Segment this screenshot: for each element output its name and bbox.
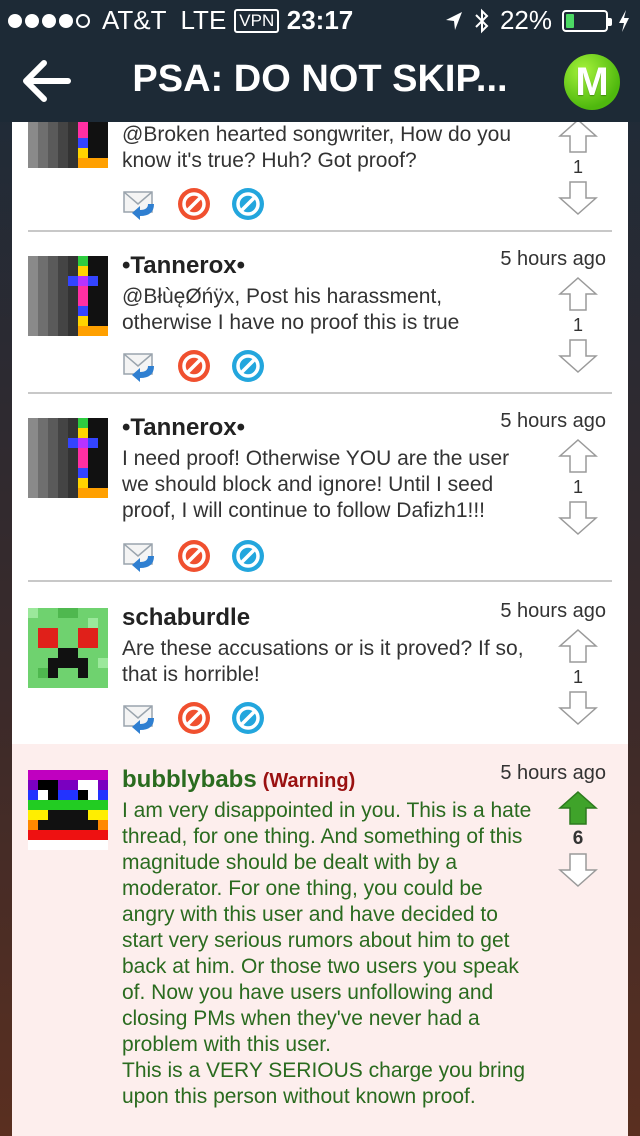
comment-item: schaburdle 5 hours ago Are these accusat… [12,582,628,742]
vote-count: 1 [572,667,583,687]
user-avatar[interactable] [28,770,108,850]
reply-icon[interactable] [122,538,158,574]
upvote-arrow-icon[interactable] [558,438,598,474]
comment-actions [122,186,266,222]
status-right: 22% [444,5,630,36]
upvote-arrow-active-icon[interactable] [558,790,598,826]
block-icon[interactable] [176,538,212,574]
vote-count: 1 [572,477,583,497]
vote-control: 1 [556,438,600,536]
comment-username[interactable]: •Tannerox• [122,414,245,442]
comment-time: 5 hours ago [500,410,606,432]
vote-count: 1 [572,157,583,177]
downvote-arrow-icon[interactable] [558,852,598,888]
status-bar: AT&T LTE VPN 23:17 22% [0,0,640,40]
downvote-arrow-icon[interactable] [558,690,598,726]
reply-icon[interactable] [122,348,158,384]
downvote-arrow-icon[interactable] [558,338,598,374]
comment-item-warning: bubblybabs (Warning) 5 hours ago I am ver… [12,744,628,1136]
comment-actions [122,348,266,384]
page-title: PSA: DO NOT SKIP... [132,58,508,100]
vote-control: 1 [556,628,600,726]
vote-control: 1 [556,276,600,374]
upvote-arrow-icon[interactable] [558,628,598,664]
comment-time: 5 hours ago [500,600,606,622]
comment-text: I am very disappointed in you. This is a… [122,799,532,1108]
user-avatar[interactable] [28,608,108,688]
battery-icon [562,9,612,32]
comment-list[interactable]: @Broken hearted songwriter, How do you k… [12,122,628,1136]
comment-item: •Tannerox• 5 hours ago I need proof! Oth… [12,394,628,580]
vote-count: 6 [572,828,584,849]
username-link[interactable]: bubblybabs [122,766,257,793]
app-logo[interactable]: M [564,54,620,110]
comment-username[interactable]: schaburdle [122,604,250,632]
comment-actions [122,700,266,736]
comment-text: Are these accusations or is it proved? I… [122,637,524,686]
comment-text: I need proof! Otherwise YOU are the user… [122,447,510,522]
bluetooth-icon [475,8,489,33]
flag-icon[interactable] [230,700,266,736]
comment-item: •Tannerox• 5 hours ago @BłùęØńÿx, Post h… [12,232,628,392]
comment-actions [122,538,266,574]
comment-time: 5 hours ago [500,762,606,784]
comment-item: @Broken hearted songwriter, How do you k… [12,122,628,230]
comment-time: 5 hours ago [500,248,606,270]
reply-icon[interactable] [122,186,158,222]
flag-icon[interactable] [230,348,266,384]
block-icon[interactable] [176,348,212,384]
block-icon[interactable] [176,186,212,222]
nav-bar: PSA: DO NOT SKIP... M [0,40,640,122]
reply-icon[interactable] [122,700,158,736]
user-avatar[interactable] [28,122,108,168]
flag-icon[interactable] [230,186,266,222]
comment-text: @Broken hearted songwriter, How do you k… [122,123,512,172]
block-icon[interactable] [176,700,212,736]
vote-count: 1 [572,315,583,335]
charging-bolt-icon [619,9,629,32]
comment-username[interactable]: •Tannerox• [122,252,245,280]
warning-label: (Warning) [262,770,356,792]
vote-control: 1 [556,122,600,216]
back-arrow-icon[interactable] [22,58,72,104]
downvote-arrow-icon[interactable] [558,500,598,536]
flag-icon[interactable] [230,538,266,574]
comment-text: @BłùęØńÿx, Post his harassment, otherwis… [122,285,460,334]
battery-percent: 22% [499,5,552,35]
battery-level [566,13,575,28]
location-arrow-icon [445,11,462,30]
upvote-arrow-icon[interactable] [558,276,598,312]
vote-control: 6 [556,790,600,888]
upvote-arrow-icon[interactable] [558,122,598,154]
user-avatar[interactable] [28,418,108,498]
downvote-arrow-icon[interactable] [558,180,598,216]
comment-username: bubblybabs (Warning) [122,766,355,794]
user-avatar[interactable] [28,256,108,336]
